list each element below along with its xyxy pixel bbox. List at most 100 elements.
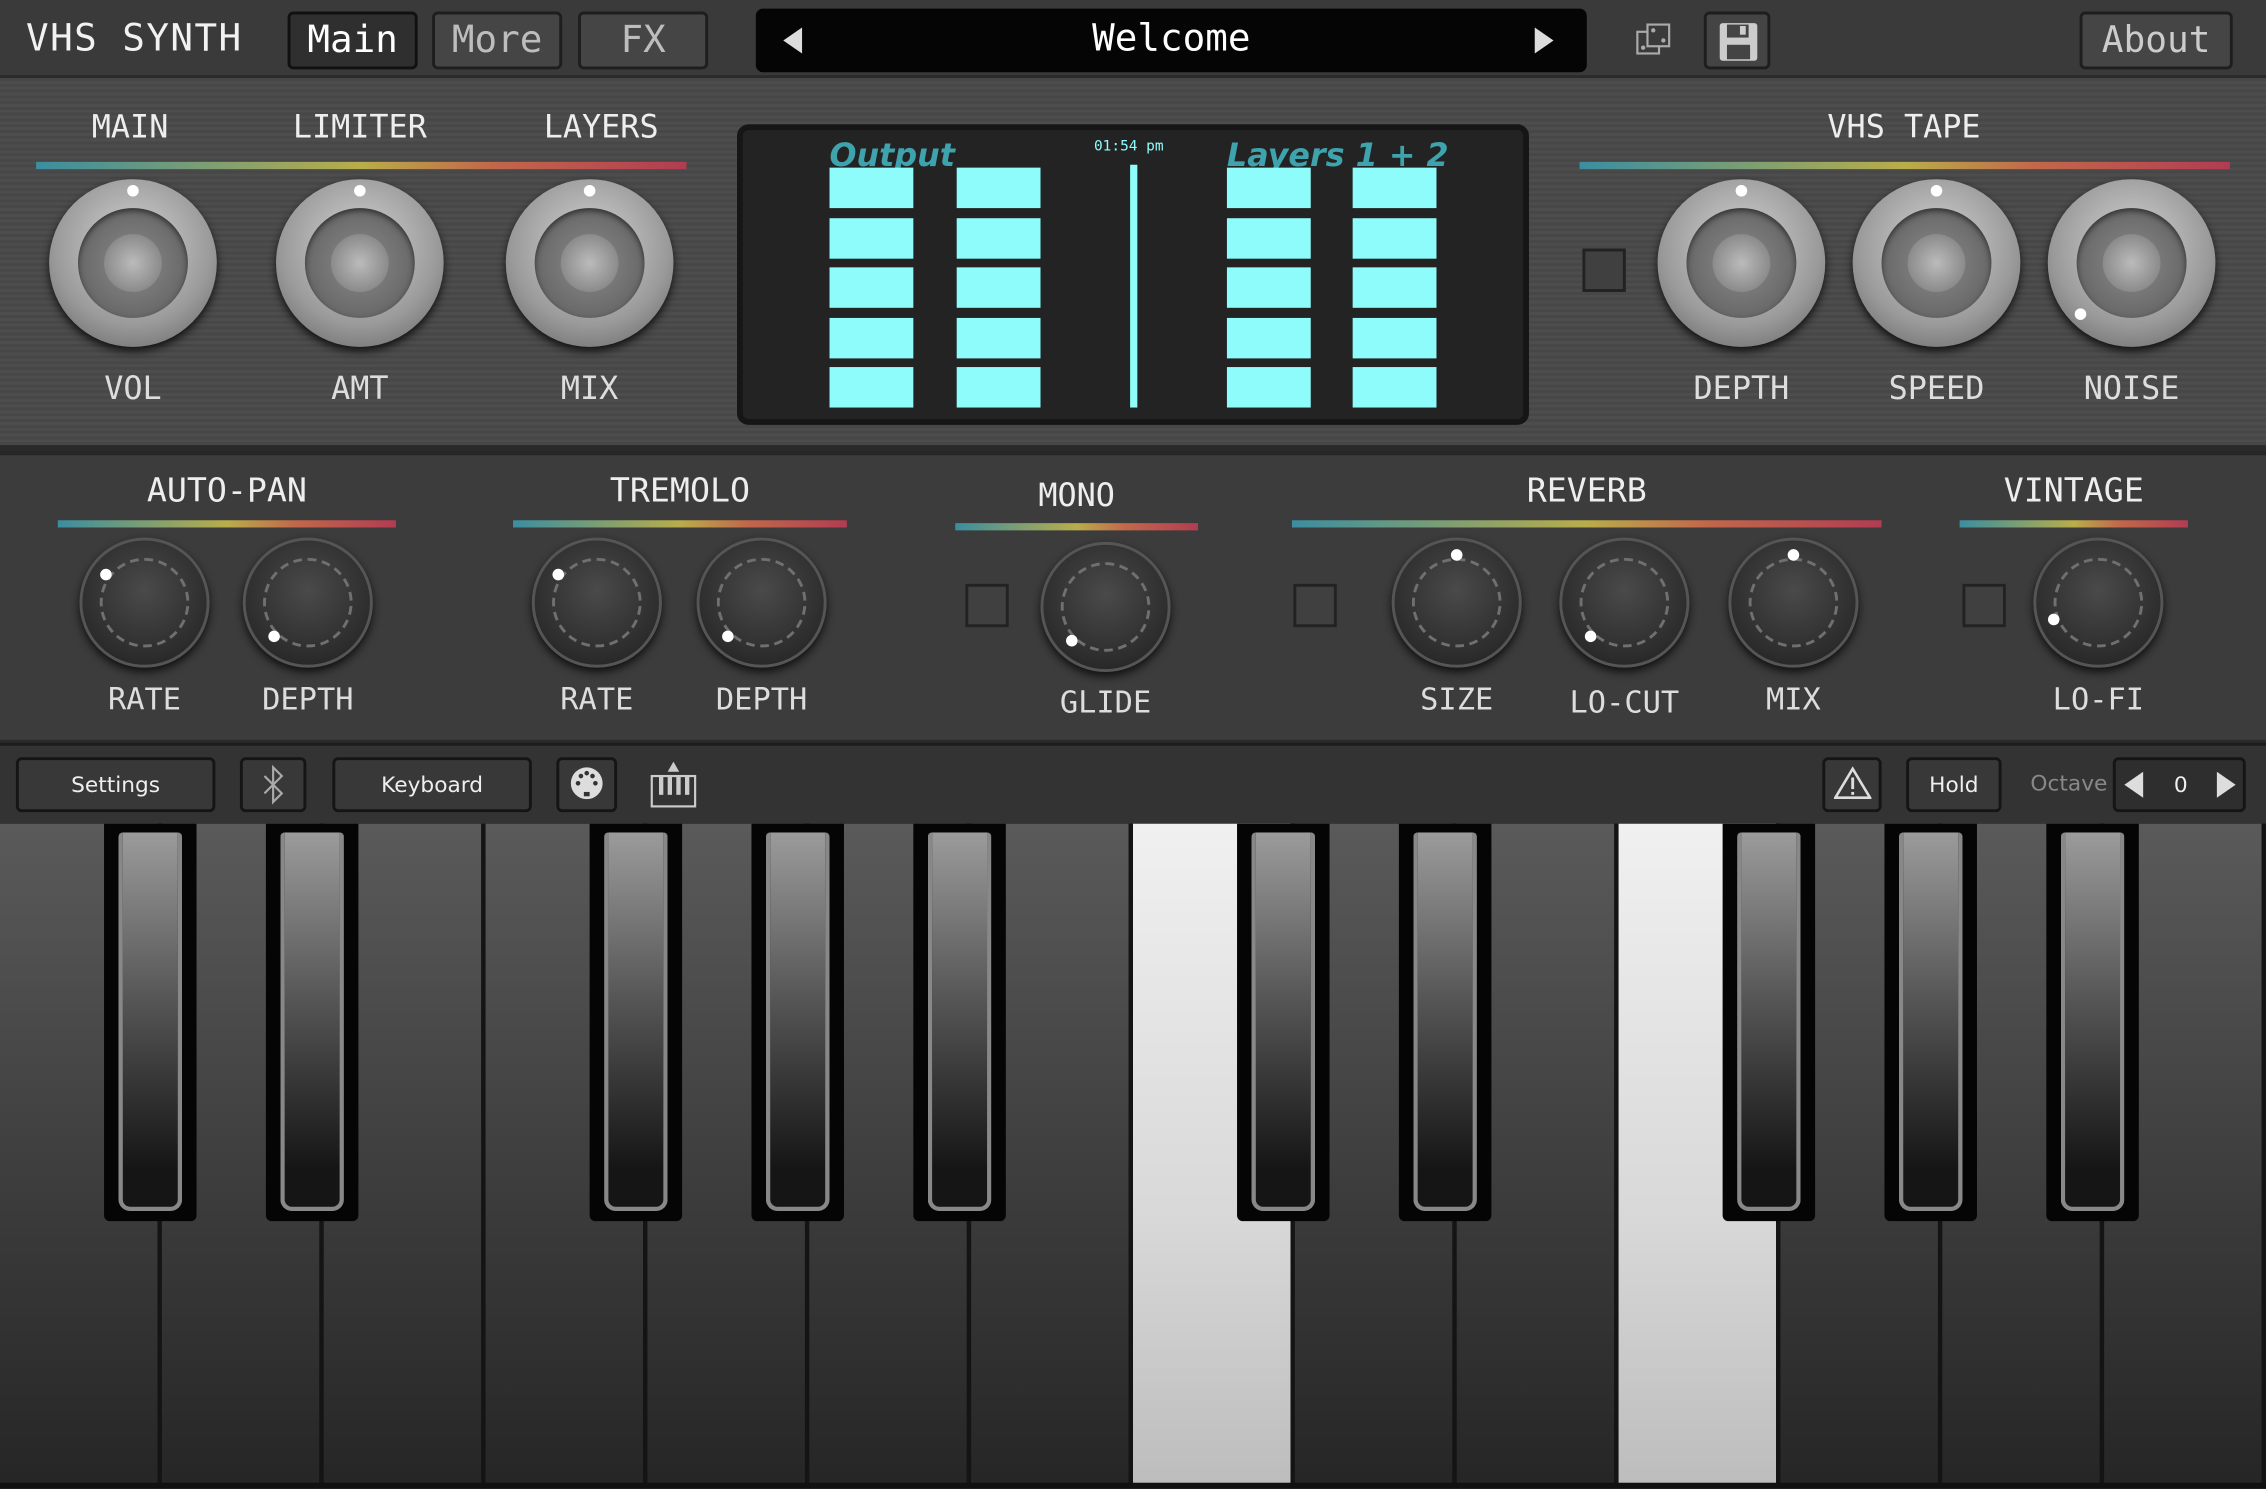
black-key[interactable] — [913, 823, 1006, 1222]
vintage-enable-checkbox[interactable] — [1962, 583, 2006, 628]
black-key[interactable] — [751, 823, 844, 1222]
black-key[interactable] — [265, 823, 359, 1222]
knob-vintage-lo-fi[interactable] — [2033, 537, 2164, 668]
black-key-face — [765, 832, 830, 1212]
meter-segment — [956, 317, 1041, 358]
synth-app: VHS SYNTH Main More FX Welcome About MAI… — [0, 0, 2266, 1489]
knob-pointer — [1853, 179, 2021, 347]
black-key[interactable] — [1237, 823, 1330, 1222]
knob-label: MIX — [560, 371, 619, 408]
knob-label: DEPTH — [1693, 371, 1790, 408]
keyboard-config-icon[interactable] — [649, 760, 698, 809]
knob-auto-pan-rate[interactable] — [79, 537, 210, 668]
knob-label: DEPTH — [262, 682, 354, 717]
knob-pointer — [1658, 179, 1826, 347]
knob-indicator-dot — [719, 628, 737, 645]
hold-button[interactable]: Hold — [1906, 757, 2002, 813]
knob-pointer — [1731, 540, 1855, 664]
octave-down-icon[interactable] — [2124, 771, 2144, 798]
tab-fx[interactable]: FX — [578, 11, 709, 70]
meter-segment — [1352, 317, 1437, 358]
knob-label: SIZE — [1420, 682, 1494, 717]
knob-vhs-tape-speed[interactable] — [1852, 179, 2021, 347]
center-divider — [1130, 164, 1138, 408]
bluetooth-button[interactable] — [239, 757, 307, 813]
black-key-face — [1898, 832, 1963, 1212]
section-divider — [1291, 520, 1882, 528]
knob-label: RATE — [107, 682, 182, 717]
tab-main[interactable]: Main — [287, 11, 418, 70]
knob-indicator-dot — [2046, 612, 2062, 627]
knob-reverb-mix[interactable] — [1728, 537, 1859, 668]
meter-segment — [1226, 317, 1311, 358]
meter-segment — [956, 217, 1041, 258]
section-divider — [513, 520, 847, 528]
next-preset-icon[interactable] — [1534, 27, 1554, 54]
keyboard-button[interactable]: Keyboard — [332, 757, 532, 813]
knob-reverb-size[interactable] — [1391, 537, 1522, 668]
meter-segment — [1226, 217, 1311, 258]
meter-segment — [956, 267, 1041, 308]
black-key-face — [1737, 832, 1801, 1212]
knob-indicator-dot — [1930, 184, 1943, 197]
black-key[interactable] — [1398, 823, 1492, 1222]
knob-indicator-dot — [1450, 549, 1463, 561]
knob-main-section-vol[interactable] — [49, 179, 217, 347]
level-meter-display: Output Layers 1 + 2 01:54 pm — [737, 124, 1529, 425]
midi-icon — [570, 767, 603, 800]
reverb-enable-checkbox[interactable] — [1293, 583, 1337, 628]
octave-label: Octave — [2030, 770, 2108, 797]
black-key[interactable] — [1884, 823, 1977, 1222]
mono-enable-checkbox[interactable] — [965, 583, 1009, 628]
knob-indicator-dot — [1735, 184, 1748, 197]
black-key[interactable] — [1722, 823, 1816, 1222]
knob-main-section-mix[interactable] — [505, 179, 674, 347]
black-key[interactable] — [589, 823, 683, 1222]
knob-label: GLIDE — [1059, 685, 1152, 720]
knob-indicator-dot — [583, 184, 596, 197]
knob-indicator-dot — [127, 184, 139, 197]
knob-indicator-dot — [97, 566, 115, 583]
meter-segment — [829, 267, 914, 308]
section-header-auto-pan: AUTO-PAN — [146, 472, 307, 511]
black-key[interactable] — [104, 823, 197, 1222]
save-floppy-icon — [1719, 23, 1758, 61]
knob-main-section-amt[interactable] — [276, 179, 444, 347]
knob-tremolo-depth[interactable] — [696, 537, 827, 668]
knob-indicator-dot — [1582, 628, 1599, 645]
meter-segment — [829, 217, 914, 258]
knob-label: LO-CUT — [1569, 685, 1680, 720]
tab-more[interactable]: More — [432, 11, 563, 70]
dice-randomize-icon[interactable] — [1633, 20, 1673, 60]
knob-reverb-lo-cut[interactable] — [1559, 537, 1690, 668]
knob-vhs-tape-noise[interactable] — [2047, 179, 2216, 347]
knob-mono-glide[interactable] — [1040, 541, 1171, 672]
knob-indicator-dot — [1063, 632, 1080, 649]
preset-selector[interactable]: Welcome — [755, 8, 1587, 73]
black-key-face — [118, 832, 183, 1212]
about-button[interactable]: About — [2079, 11, 2233, 70]
meter-segment — [1226, 367, 1311, 408]
panic-button[interactable] — [1822, 757, 1882, 813]
save-button[interactable] — [1703, 11, 1771, 70]
knob-auto-pan-depth[interactable] — [242, 537, 373, 668]
knob-indicator-dot — [2072, 305, 2089, 323]
black-key-face — [2060, 832, 2125, 1212]
section-header-limiter: LIMITER — [292, 109, 427, 146]
knob-vhs-tape-depth[interactable] — [1657, 179, 1826, 347]
octave-up-icon[interactable] — [2216, 771, 2236, 798]
section-header-tremolo: TREMOLO — [609, 472, 750, 511]
app-title: VHS SYNTH — [26, 17, 243, 61]
knob-indicator-dot — [1787, 549, 1800, 561]
top-bar: VHS SYNTH Main More FX Welcome About — [0, 0, 2266, 79]
settings-button[interactable]: Settings — [15, 757, 216, 813]
vhs-tape-enable-checkbox[interactable] — [1582, 248, 1626, 292]
meter-segment — [829, 317, 914, 358]
knob-tremolo-rate[interactable] — [531, 537, 662, 668]
black-key-face — [927, 832, 992, 1212]
knob-indicator-dot — [550, 566, 567, 583]
section-divider — [36, 161, 687, 170]
black-key-face — [1413, 832, 1477, 1212]
midi-button[interactable] — [556, 757, 618, 813]
black-key[interactable] — [2046, 823, 2139, 1222]
